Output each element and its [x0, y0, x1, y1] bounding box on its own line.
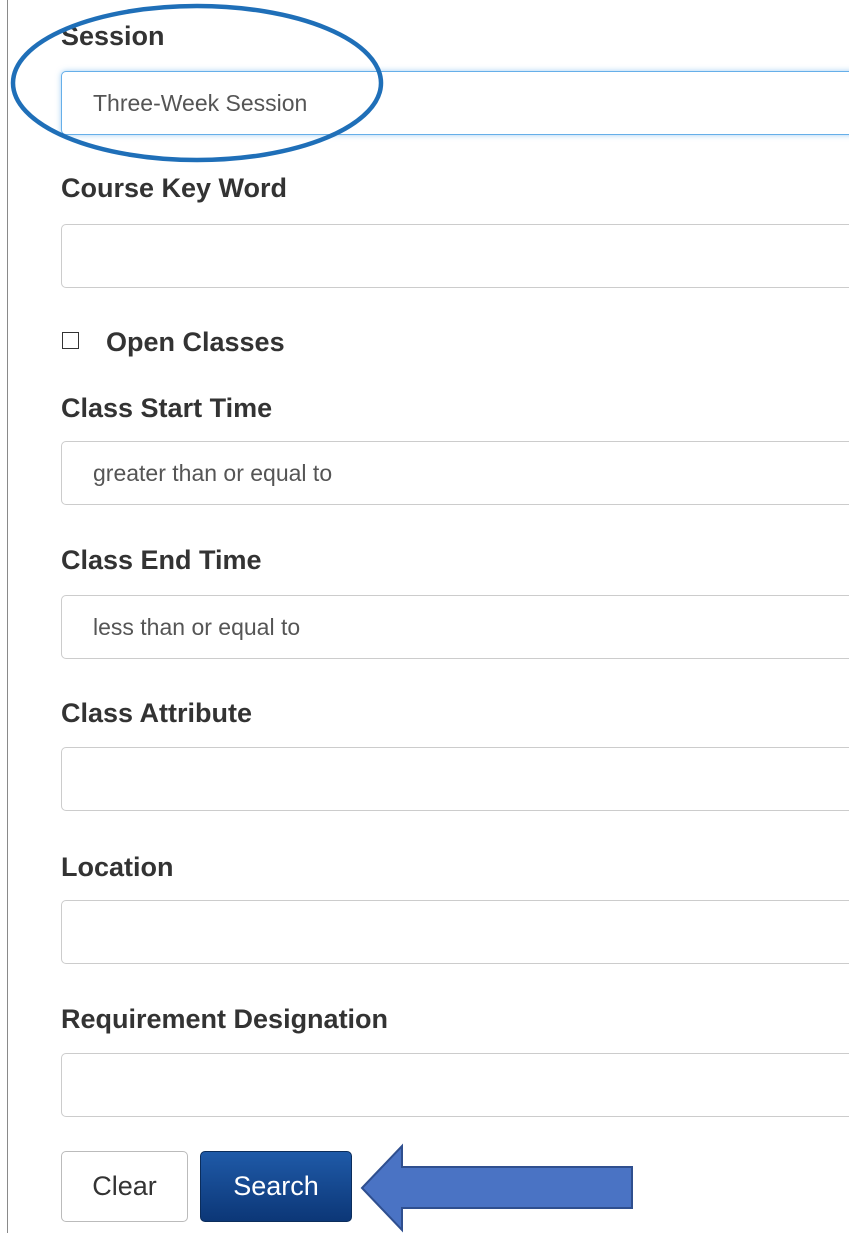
requirement-designation-label: Requirement Designation	[61, 1004, 389, 1034]
class-end-time-select[interactable]: less than or equal to	[61, 595, 849, 659]
open-classes-checkbox[interactable]	[62, 332, 79, 349]
class-search-form: Session Three-Week Session Course Key Wo…	[0, 0, 849, 1233]
clear-button[interactable]: Clear	[61, 1151, 188, 1222]
search-pointer-arrow-icon	[360, 1143, 633, 1233]
requirement-designation-select[interactable]	[61, 1053, 849, 1117]
class-start-time-label: Class Start Time	[61, 393, 273, 423]
class-start-time-select[interactable]: greater than or equal to	[61, 441, 849, 505]
open-classes-label: Open Classes	[106, 327, 285, 357]
session-label: Session	[61, 21, 165, 51]
class-attribute-label: Class Attribute	[61, 698, 253, 728]
course-key-word-input[interactable]	[61, 224, 849, 288]
location-label: Location	[61, 852, 174, 882]
course-key-word-label: Course Key Word	[61, 173, 288, 203]
class-attribute-select[interactable]	[61, 747, 849, 811]
search-button[interactable]: Search	[200, 1151, 352, 1222]
session-select[interactable]: Three-Week Session	[61, 71, 849, 135]
class-end-time-label: Class End Time	[61, 545, 262, 575]
location-select[interactable]	[61, 900, 849, 964]
left-border	[7, 0, 8, 1233]
